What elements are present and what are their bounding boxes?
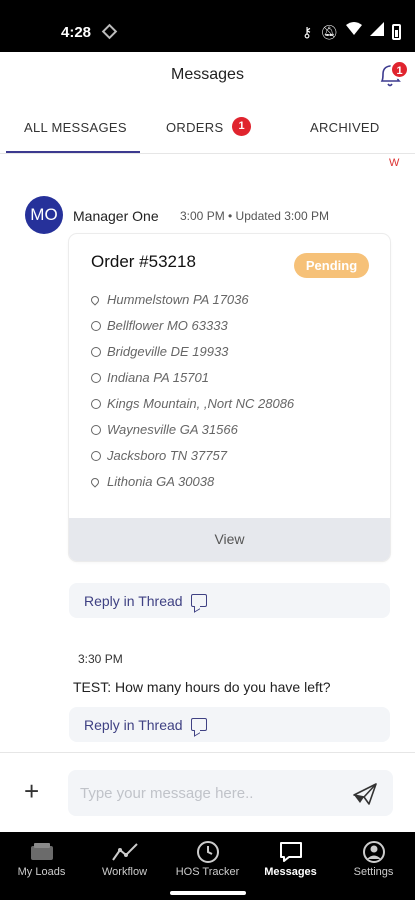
- clock-icon: [195, 840, 221, 864]
- orders-badge: 1: [232, 117, 251, 136]
- reply-in-thread-button[interactable]: Reply in Thread: [69, 583, 390, 618]
- stop-item: Lithonia GA 30038: [89, 474, 215, 489]
- circle-icon: [91, 450, 101, 461]
- stop-item: Bridgeville DE 19933: [91, 344, 228, 359]
- pin-icon: [89, 293, 101, 306]
- nav-my-loads[interactable]: My Loads: [0, 832, 83, 900]
- status-badge: Pending: [294, 253, 369, 278]
- stop-item: Jacksboro TN 37757: [91, 448, 227, 463]
- pin-icon: [89, 475, 101, 488]
- battery-icon: [392, 23, 401, 40]
- tab-archived[interactable]: ARCHIVED: [310, 120, 380, 135]
- view-order-button[interactable]: View: [69, 518, 390, 561]
- message-composer: +: [0, 752, 415, 832]
- silent-icon: 🔕︎: [320, 23, 338, 40]
- nav-label: Workflow: [101, 866, 148, 878]
- tab-orders[interactable]: ORDERS: [166, 120, 223, 135]
- key-icon: ⚷: [301, 23, 313, 40]
- reply-label: Reply in Thread: [84, 716, 183, 733]
- circle-icon: [91, 320, 101, 331]
- nav-label: Settings: [353, 866, 394, 878]
- message-tabs: ALL MESSAGES ORDERS 1 ARCHIVED: [0, 102, 415, 154]
- notification-badge: 1: [390, 60, 409, 79]
- circle-icon: [91, 372, 101, 383]
- stop-item: Bellflower MO 63333: [91, 318, 228, 333]
- order-title: Order #53218: [91, 252, 196, 271]
- page-title: Messages: [171, 66, 244, 83]
- order-card: Order #53218 Pending Hummelstown PA 1703…: [69, 234, 390, 561]
- message-text: TEST: How many hours do you have left?: [73, 679, 331, 695]
- stop-label: Jacksboro TN 37757: [107, 448, 227, 463]
- sender-name: Manager One: [73, 208, 159, 224]
- home-indicator[interactable]: [170, 891, 246, 895]
- avatar: MO: [25, 196, 63, 234]
- comment-icon: [190, 594, 207, 607]
- status-icons: ⚷ 🔕︎: [302, 22, 401, 41]
- truck-icon: [29, 840, 55, 864]
- circle-icon: [91, 346, 101, 357]
- nav-hos-tracker[interactable]: HOS Tracker: [166, 832, 249, 900]
- status-time: 4:28: [61, 24, 92, 41]
- plus-icon[interactable]: +: [24, 778, 39, 804]
- workflow-icon: [112, 840, 138, 864]
- stop-label: Kings Mountain, ,Nort NC 28086: [107, 396, 295, 411]
- corner-mark: W: [389, 157, 400, 169]
- nav-settings[interactable]: Settings: [332, 832, 415, 900]
- nav-messages[interactable]: Messages: [249, 832, 332, 900]
- settings-icon: [361, 840, 387, 864]
- stop-label: Waynesville GA 31566: [107, 422, 238, 437]
- stop-label: Bellflower MO 63333: [107, 318, 228, 333]
- status-bar: 4:28 ⚷ 🔕︎: [0, 0, 415, 52]
- chat-icon: [278, 840, 304, 864]
- active-tab-indicator: [6, 151, 140, 153]
- send-icon[interactable]: [352, 782, 378, 806]
- message-input[interactable]: [68, 770, 393, 816]
- stop-label: Lithonia GA 30038: [107, 474, 215, 489]
- message-meta: 3:00 PM • Updated 3:00 PM: [180, 209, 329, 223]
- location-icon: [101, 23, 118, 40]
- stop-label: Indiana PA 15701: [107, 370, 209, 385]
- nav-workflow[interactable]: Workflow: [83, 832, 166, 900]
- tab-all-messages[interactable]: ALL MESSAGES: [24, 120, 127, 135]
- circle-icon: [91, 398, 101, 409]
- nav-label: HOS Tracker: [175, 866, 240, 878]
- nav-label: Messages: [264, 866, 317, 878]
- message-time: 3:30 PM: [78, 652, 123, 666]
- nav-label: My Loads: [17, 866, 66, 878]
- stop-item: Kings Mountain, ,Nort NC 28086: [91, 396, 294, 411]
- stop-label: Hummelstown PA 17036: [107, 292, 249, 307]
- circle-icon: [91, 424, 101, 435]
- stop-item: Waynesville GA 31566: [91, 422, 238, 437]
- reply-in-thread-button[interactable]: Reply in Thread: [69, 707, 390, 742]
- stop-item: Indiana PA 15701: [91, 370, 209, 385]
- reply-label: Reply in Thread: [84, 592, 183, 609]
- comment-icon: [190, 718, 207, 731]
- stop-item: Hummelstown PA 17036: [89, 292, 249, 307]
- wifi-icon: [346, 22, 362, 41]
- signal-icon: [370, 22, 384, 41]
- stop-label: Bridgeville DE 19933: [107, 344, 229, 359]
- header: Messages: [0, 52, 415, 102]
- bottom-nav: My Loads Workflow HOS Tracker Messages S…: [0, 832, 415, 900]
